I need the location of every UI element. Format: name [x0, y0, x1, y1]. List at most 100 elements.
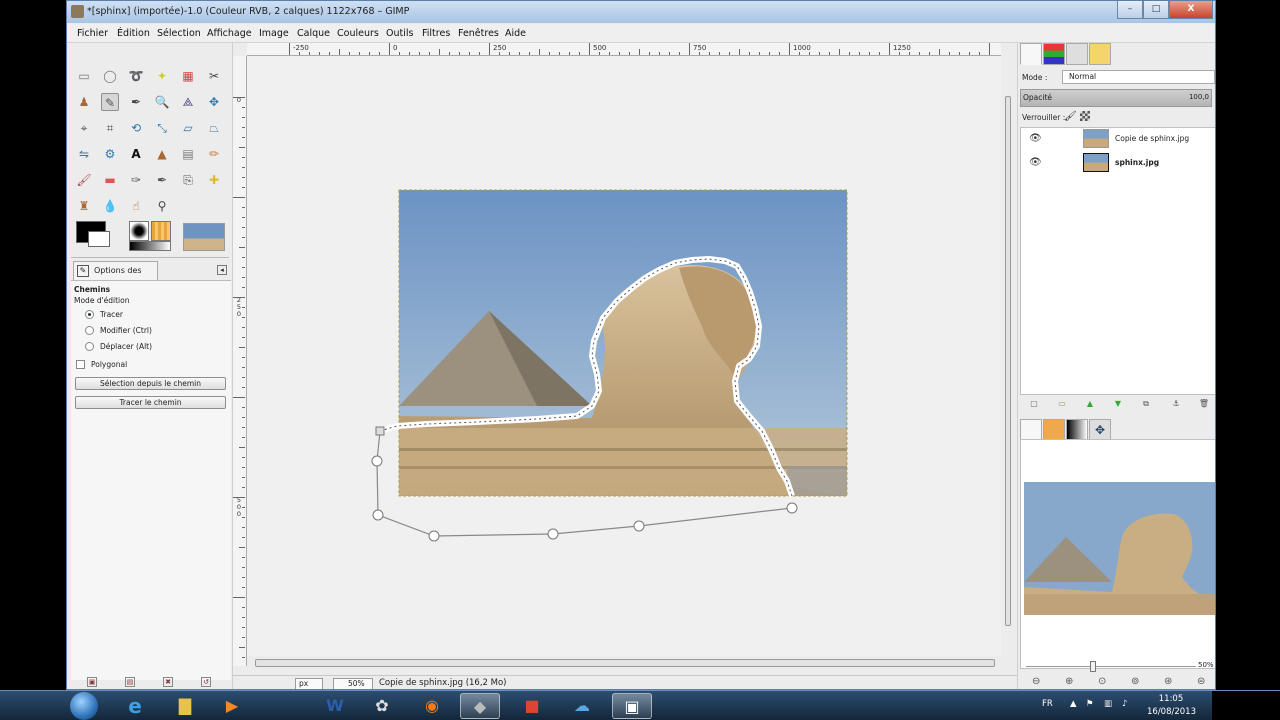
- tab-undo[interactable]: [1089, 43, 1111, 65]
- layer-row[interactable]: 👁 sphinx.jpg: [1021, 152, 1215, 176]
- radio-modifier[interactable]: [85, 326, 94, 335]
- tab-navigation[interactable]: ✥: [1089, 419, 1111, 441]
- heal-icon[interactable]: ✚: [205, 171, 223, 189]
- measure-icon[interactable]: ⟁: [179, 93, 197, 111]
- shear-icon[interactable]: ▱: [179, 119, 197, 137]
- gimp-taskbar-icon[interactable]: ◆: [460, 693, 500, 719]
- flip-icon[interactable]: ⇋: [75, 145, 93, 163]
- window-icon[interactable]: ▣: [612, 693, 652, 719]
- menu-aide[interactable]: Aide: [505, 28, 526, 39]
- menu-fichier[interactable]: Fichier: [77, 28, 108, 39]
- zoom-select[interactable]: 50%: [333, 678, 373, 689]
- ellipse-select-icon[interactable]: ◯: [101, 67, 119, 85]
- tab-menu-icon[interactable]: ◂: [217, 265, 227, 275]
- word-icon[interactable]: W: [315, 693, 355, 719]
- show-desktop[interactable]: [1212, 691, 1280, 720]
- tab-layers[interactable]: [1020, 43, 1042, 65]
- clock[interactable]: 11:05 16/08/2013: [1147, 693, 1196, 719]
- perspective-clone-icon[interactable]: ♜: [75, 197, 93, 215]
- tray-arrow-icon[interactable]: ▲: [1070, 699, 1077, 709]
- title-bar[interactable]: *[sphinx] (importée)-1.0 (Couleur RVB, 2…: [67, 1, 1215, 23]
- anchor-layer-icon[interactable]: ⚓: [1170, 398, 1182, 410]
- volume-icon[interactable]: ♪: [1122, 699, 1127, 709]
- tab-paths[interactable]: [1066, 43, 1088, 65]
- dodge-burn-icon[interactable]: ⚲: [153, 197, 171, 215]
- blur-icon[interactable]: 💧: [101, 197, 119, 215]
- app-icon[interactable]: ■: [512, 693, 552, 719]
- duplicate-layer-icon[interactable]: ⧉: [1140, 398, 1152, 410]
- ink-icon[interactable]: ✒: [153, 171, 171, 189]
- menu-edition[interactable]: Édition: [117, 28, 150, 39]
- stroke-path-button[interactable]: Tracer le chemin: [75, 396, 226, 409]
- eye-icon[interactable]: 👁: [1029, 157, 1042, 168]
- zoom-1-1-icon[interactable]: ⊙: [1098, 676, 1106, 687]
- start-button[interactable]: [70, 692, 98, 720]
- maximize-button[interactable]: □: [1143, 1, 1169, 19]
- menu-couleurs[interactable]: Couleurs: [337, 28, 379, 39]
- foreground-select-icon[interactable]: ♟: [75, 93, 93, 111]
- color-select-icon[interactable]: ▦: [179, 67, 197, 85]
- close-button[interactable]: X: [1169, 1, 1213, 19]
- menu-affichage[interactable]: Affichage: [207, 28, 252, 39]
- unit-select[interactable]: px: [295, 678, 323, 689]
- zoom-in-icon[interactable]: ⊕: [1065, 676, 1073, 687]
- radio-tracer[interactable]: [85, 310, 94, 319]
- language-indicator[interactable]: FR: [1042, 699, 1053, 709]
- active-image-thumbnail[interactable]: [183, 223, 225, 251]
- fuzzy-select-icon[interactable]: ✦: [153, 67, 171, 85]
- restore-options-icon[interactable]: ▤: [125, 677, 135, 687]
- vertical-ruler[interactable]: 0 2 5 0 5 0 0: [233, 56, 247, 666]
- rect-select-icon[interactable]: ▭: [75, 67, 93, 85]
- smudge-icon[interactable]: ☝: [127, 197, 145, 215]
- network-icon[interactable]: ▥: [1104, 699, 1112, 709]
- paintbrush-icon[interactable]: 🖌: [75, 171, 93, 189]
- perspective-icon[interactable]: ⏢: [205, 119, 223, 137]
- opacity-slider[interactable]: Opacité 100,0: [1020, 89, 1212, 107]
- gradient-swatch-icon[interactable]: [129, 241, 171, 251]
- lock-alpha-icon[interactable]: [1080, 111, 1090, 121]
- minimize-button[interactable]: –: [1117, 1, 1143, 19]
- selection-from-path-button[interactable]: Sélection depuis le chemin: [75, 377, 226, 390]
- paint-icon[interactable]: ✿: [362, 693, 402, 719]
- zoom-icon[interactable]: 🔍: [153, 93, 171, 111]
- radio-deplacer[interactable]: [85, 342, 94, 351]
- menu-outils[interactable]: Outils: [386, 28, 413, 39]
- text-tool-icon[interactable]: A: [127, 145, 145, 163]
- lock-pixels-icon[interactable]: 🖌: [1064, 111, 1077, 122]
- menu-calque[interactable]: Calque: [297, 28, 330, 39]
- nav-zoom-knob[interactable]: [1090, 661, 1096, 672]
- menu-image[interactable]: Image: [259, 28, 289, 39]
- tab-patterns[interactable]: [1043, 419, 1065, 441]
- gradient-icon[interactable]: ▤: [179, 145, 197, 163]
- tab-gradients[interactable]: [1066, 419, 1088, 441]
- tab-brushes[interactable]: [1020, 419, 1042, 441]
- canvas[interactable]: [247, 56, 1001, 656]
- nav-zoom-slider[interactable]: [1026, 666, 1196, 667]
- explorer-icon[interactable]: ▇: [165, 693, 205, 719]
- delete-options-icon[interactable]: ✖: [163, 677, 173, 687]
- airbrush-icon[interactable]: ✑: [127, 171, 145, 189]
- eye-icon[interactable]: 👁: [1029, 133, 1042, 144]
- skydrive-icon[interactable]: ☁: [562, 693, 602, 719]
- new-group-icon[interactable]: ▭: [1056, 398, 1068, 410]
- tab-channels[interactable]: [1043, 43, 1065, 65]
- paths-tool-icon[interactable]: ✎: [101, 93, 119, 111]
- delete-layer-icon[interactable]: 🗑: [1198, 398, 1210, 410]
- align-icon[interactable]: ⌖: [75, 119, 93, 137]
- eraser-icon[interactable]: ▬: [101, 171, 119, 189]
- ie-icon[interactable]: e: [115, 693, 155, 719]
- pencil-icon[interactable]: ✏: [205, 145, 223, 163]
- reset-options-icon[interactable]: ↺: [201, 677, 211, 687]
- polygonal-checkbox[interactable]: [76, 360, 85, 369]
- brush-icon[interactable]: [129, 221, 149, 241]
- horizontal-ruler[interactable]: -250 0 250 500 750 1000 1250: [247, 43, 1001, 56]
- vertical-scrollbar[interactable]: [1001, 56, 1017, 656]
- lower-layer-icon[interactable]: ▼: [1112, 398, 1124, 410]
- menu-selection[interactable]: Sélection: [157, 28, 201, 39]
- rotate-icon[interactable]: ⟲: [127, 119, 145, 137]
- horizontal-scrollbar[interactable]: [247, 656, 1001, 670]
- save-options-icon[interactable]: ▣: [87, 677, 97, 687]
- bucket-fill-icon[interactable]: ▲: [153, 145, 171, 163]
- clone-icon[interactable]: ⎘: [179, 171, 197, 189]
- free-select-icon[interactable]: ➰: [127, 67, 145, 85]
